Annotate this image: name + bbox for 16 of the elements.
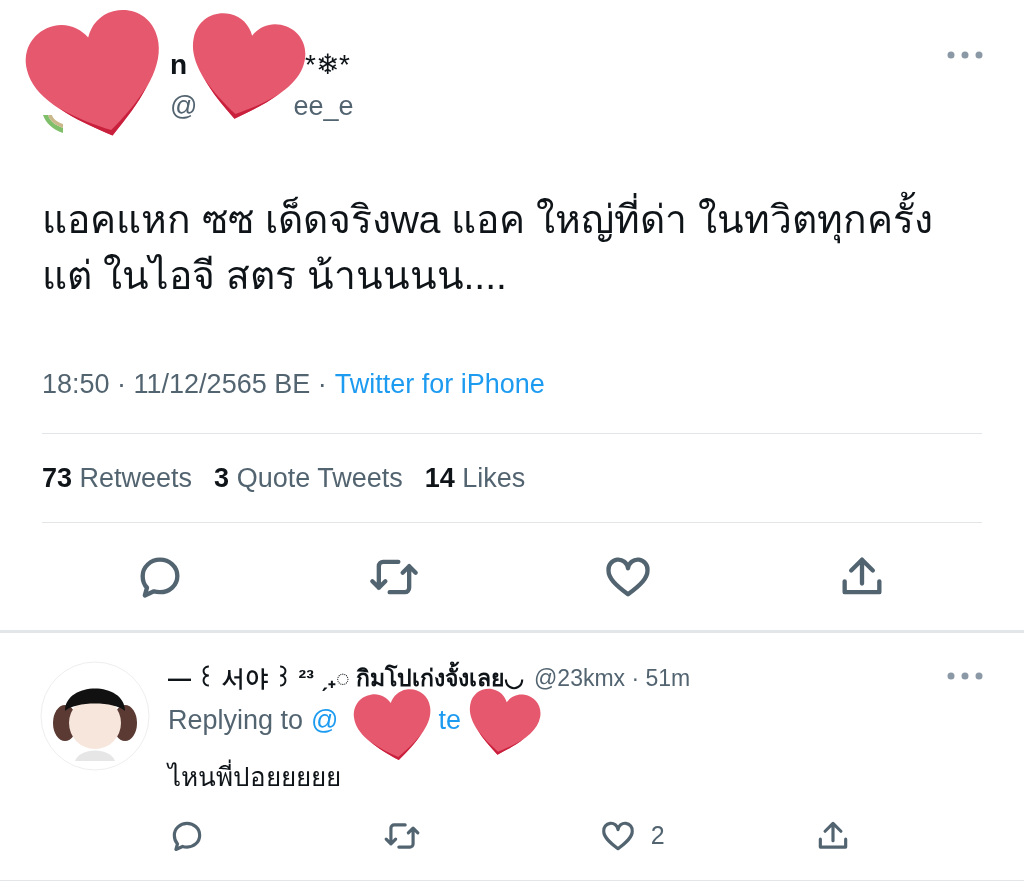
author-handle: ee_e	[293, 90, 354, 123]
stat-link[interactable]: 73 Retweets	[42, 457, 193, 498]
author-handle: @	[170, 90, 198, 123]
more-icon[interactable]	[946, 671, 984, 681]
stat-link[interactable]: 14 Likes	[424, 457, 526, 498]
tweet-text: แอคแหก ซซ เด็ดจริงwa แอค ใหญ่ที่ด่า ในทวิตทุกครั้งแต่ ในไอจี สตร น้านนนน....	[42, 192, 982, 304]
reply-author-name: — ꒰ 서야 ꒱ ²³ ˏ₊◌ กิมโปเก่งจั้งเลย◡	[168, 661, 524, 696]
like-count: 2	[650, 820, 665, 852]
stat-link[interactable]: 3 Quote Tweets	[214, 457, 403, 498]
author-name: n	[170, 48, 188, 82]
more-icon[interactable]	[946, 50, 984, 60]
replying-to-label: Replying to	[168, 703, 304, 737]
reply-handle-time: @23kmx · 51m	[534, 664, 691, 693]
author-name: *❄*	[305, 48, 350, 82]
reply-text: ไหนพี่ปอยยยยย	[168, 758, 984, 797]
timestamp: 18:50 · 11/12/2565 BE ·	[42, 368, 327, 401]
